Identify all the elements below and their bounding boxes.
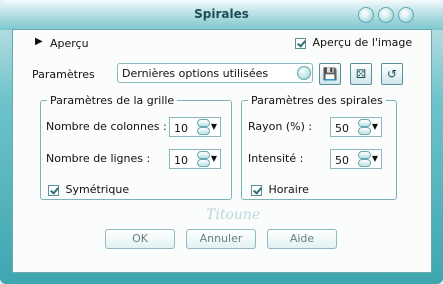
- close-window-icon[interactable]: [398, 7, 414, 23]
- columns-label: Nombre de colonnes :: [46, 120, 167, 133]
- dropdown-arrow-icon[interactable]: ▼: [210, 120, 218, 134]
- preview-image-checkbox[interactable]: Aperçu de l'image: [295, 36, 412, 49]
- grid-settings-legend: Paramètres de la grille: [47, 94, 178, 107]
- symmetric-checkbox[interactable]: Symétrique: [48, 183, 129, 196]
- collapse-arrow-icon[interactable]: ▶: [35, 36, 43, 47]
- checkbox-checked-icon[interactable]: [251, 184, 262, 196]
- cancel-button[interactable]: Annuler: [186, 229, 256, 249]
- reset-icon: ↺: [386, 67, 398, 81]
- columns-value: 10: [174, 122, 188, 135]
- randomize-icon: ⚄: [355, 67, 367, 81]
- save-preset-button[interactable]: 💾: [319, 63, 341, 85]
- radius-stepper[interactable]: 50 ▼: [330, 117, 382, 137]
- intensity-stepper[interactable]: 50 ▼: [330, 149, 382, 169]
- save-icon: 💾: [322, 67, 338, 81]
- presets-value: Dernières options utilisées: [122, 67, 269, 80]
- watermark: Titoune: [206, 207, 261, 223]
- spin-up-icon[interactable]: [197, 119, 210, 127]
- spiral-settings-legend: Paramètres des spirales: [248, 94, 386, 107]
- spin-down-icon[interactable]: [197, 159, 210, 167]
- chevron-down-icon[interactable]: [297, 66, 311, 80]
- rows-label: Nombre de lignes :: [46, 152, 151, 165]
- dialog-body: ▶ Aperçu Aperçu de l'image Paramètres De…: [12, 29, 432, 273]
- grid-settings-group: Paramètres de la grille Nombre de colonn…: [40, 94, 232, 200]
- presets-dropdown[interactable]: Dernières options utilisées: [117, 63, 313, 83]
- radius-label: Rayon (%) :: [248, 120, 313, 133]
- randomize-button[interactable]: ⚄: [350, 63, 372, 85]
- rows-value: 10: [174, 154, 188, 167]
- dropdown-arrow-icon[interactable]: ▼: [371, 120, 379, 134]
- presets-label: Paramètres: [32, 68, 95, 81]
- clockwise-label: Horaire: [268, 183, 309, 196]
- window-title: Spirales: [194, 7, 249, 21]
- spin-down-icon[interactable]: [358, 159, 371, 167]
- columns-stepper[interactable]: 10 ▼: [169, 117, 221, 137]
- help-window-icon[interactable]: [358, 7, 374, 23]
- checkbox-checked-icon[interactable]: [48, 184, 59, 196]
- spin-down-icon[interactable]: [358, 127, 371, 135]
- symmetric-label: Symétrique: [65, 183, 130, 196]
- spin-up-icon[interactable]: [358, 119, 371, 127]
- reset-button[interactable]: ↺: [381, 63, 403, 85]
- clockwise-checkbox[interactable]: Horaire: [251, 183, 309, 196]
- dropdown-arrow-icon[interactable]: ▼: [210, 152, 218, 166]
- title-bar[interactable]: Spirales: [0, 0, 443, 30]
- preview-toggle-label[interactable]: Aperçu: [50, 37, 89, 50]
- intensity-label: Intensité :: [248, 152, 304, 165]
- spiral-settings-group: Paramètres des spirales Rayon (%) : 50 ▼…: [241, 94, 397, 200]
- preview-image-label: Aperçu de l'image: [312, 36, 413, 49]
- spin-up-icon[interactable]: [358, 151, 371, 159]
- rows-stepper[interactable]: 10 ▼: [169, 149, 221, 169]
- minimize-window-icon[interactable]: [378, 7, 394, 23]
- ok-button[interactable]: OK: [105, 229, 175, 249]
- dropdown-arrow-icon[interactable]: ▼: [371, 152, 379, 166]
- help-button[interactable]: Aide: [267, 229, 337, 249]
- intensity-value: 50: [335, 154, 349, 167]
- radius-value: 50: [335, 122, 349, 135]
- spin-up-icon[interactable]: [197, 151, 210, 159]
- spin-down-icon[interactable]: [197, 127, 210, 135]
- checkbox-checked-icon[interactable]: [295, 37, 306, 49]
